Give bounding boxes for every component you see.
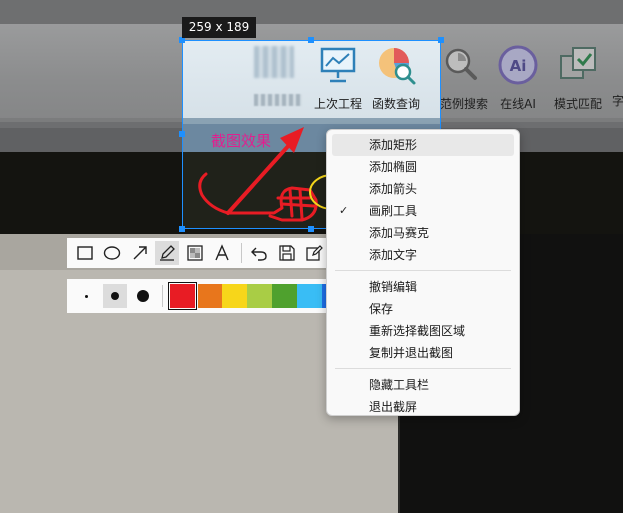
context-menu: 添加矩形 添加椭圆 添加箭头 ✓ 画刷工具 添加马赛克 添加文字 撤销编辑 保存 …: [326, 129, 520, 416]
menu-separator: [335, 270, 511, 271]
brush-size-small[interactable]: [75, 284, 99, 308]
annotation-text[interactable]: 截图效果: [211, 130, 271, 151]
color-swatch-light-green[interactable]: [247, 284, 273, 308]
ribbon-label: 范例搜索: [440, 97, 489, 111]
text-icon: [215, 244, 229, 261]
checkmark-icon: ✓: [339, 204, 349, 217]
menu-item-label: 添加马赛克: [369, 226, 430, 240]
menu-item-label: 重新选择截图区域: [369, 324, 466, 338]
edit-icon: [306, 245, 324, 261]
color-swatch-red[interactable]: [167, 282, 197, 310]
color-swatch-green[interactable]: [272, 284, 298, 308]
menu-item-label: 添加箭头: [369, 182, 418, 196]
color-swatch-orange[interactable]: [197, 284, 223, 308]
menu-item-label: 撤销编辑: [369, 280, 418, 294]
style-palette: [67, 279, 330, 313]
ribbon-button-partial[interactable]: 字: [608, 44, 623, 109]
menu-item-undo-edit[interactable]: 撤销编辑: [332, 276, 514, 298]
text-tool-button[interactable]: [210, 241, 233, 265]
dot-medium-icon: [110, 292, 119, 300]
svg-text:Ai: Ai: [510, 57, 527, 75]
annotation-toolbar: [67, 238, 330, 268]
palette-separator: [161, 285, 163, 307]
menu-item-reselect-area[interactable]: 重新选择截图区域: [332, 320, 514, 342]
pen-icon: [160, 245, 175, 261]
menu-item-hide-toolbar[interactable]: 隐藏工具栏: [332, 374, 514, 396]
menu-item-add-text[interactable]: 添加文字: [332, 244, 514, 266]
menu-separator: [335, 368, 511, 369]
checkbox-match-icon: [560, 47, 596, 79]
menu-item-label: 退出截屏: [369, 400, 418, 414]
ribbon-label: 模式匹配: [553, 97, 602, 111]
menu-item-add-arrow[interactable]: 添加箭头: [332, 178, 514, 200]
menu-item-copy-and-exit[interactable]: 复制并退出截图: [332, 342, 514, 364]
pen-tool-button[interactable]: [155, 241, 179, 265]
arrow-tool-button[interactable]: [128, 241, 151, 265]
save-icon: [279, 245, 295, 261]
rectangle-icon: [77, 246, 93, 260]
magnifier-chart-icon: [445, 48, 477, 80]
ribbon-button-pattern-match[interactable]: 模式匹配: [552, 44, 604, 112]
menu-item-exit-capture[interactable]: 退出截屏: [332, 396, 514, 418]
menu-item-add-mosaic[interactable]: 添加马赛克: [332, 222, 514, 244]
arrow-icon: [133, 246, 147, 260]
undo-button[interactable]: [248, 241, 271, 265]
edit-button[interactable]: [303, 241, 326, 265]
menu-item-label: 画刷工具: [369, 204, 418, 218]
ai-circle-icon: Ai: [498, 45, 538, 85]
brush-size-large[interactable]: [131, 284, 155, 308]
toolbar-separator: [240, 243, 242, 263]
app-titlebar: [0, 0, 623, 24]
menu-item-label: 复制并退出截图: [369, 346, 454, 360]
menu-item-label: 添加文字: [369, 248, 418, 262]
mosaic-tool-button[interactable]: [183, 241, 206, 265]
menu-item-label: 隐藏工具栏: [369, 378, 430, 392]
menu-item-add-ellipse[interactable]: 添加椭圆: [332, 156, 514, 178]
undo-icon: [251, 247, 268, 261]
ribbon-label: 在线AI: [500, 97, 536, 111]
ellipse-tool-button[interactable]: [100, 241, 123, 265]
ribbon-button-online-ai[interactable]: Ai 在线AI: [494, 44, 542, 112]
menu-item-label: 保存: [369, 302, 394, 316]
color-swatch-yellow[interactable]: [222, 284, 248, 308]
ribbon-button-example-search[interactable]: 范例搜索: [440, 44, 489, 112]
dot-small-icon: [85, 294, 89, 298]
mosaic-icon: [186, 245, 203, 261]
menu-item-save[interactable]: 保存: [332, 298, 514, 320]
save-button[interactable]: [275, 241, 298, 265]
dot-large-icon: [136, 290, 149, 302]
brush-size-medium[interactable]: [102, 284, 127, 308]
ellipse-icon: [103, 246, 121, 260]
selection-size-label: 259 x 189: [182, 17, 256, 38]
menu-item-label: 添加矩形: [369, 138, 418, 152]
menu-item-brush-tool[interactable]: ✓ 画刷工具: [332, 200, 514, 222]
menu-item-add-rectangle[interactable]: 添加矩形: [332, 134, 514, 156]
color-swatch-sky-blue[interactable]: [297, 284, 323, 308]
menu-item-label: 添加椭圆: [369, 160, 418, 174]
rectangle-tool-button[interactable]: [73, 241, 96, 265]
ribbon-label: 字: [611, 94, 623, 108]
